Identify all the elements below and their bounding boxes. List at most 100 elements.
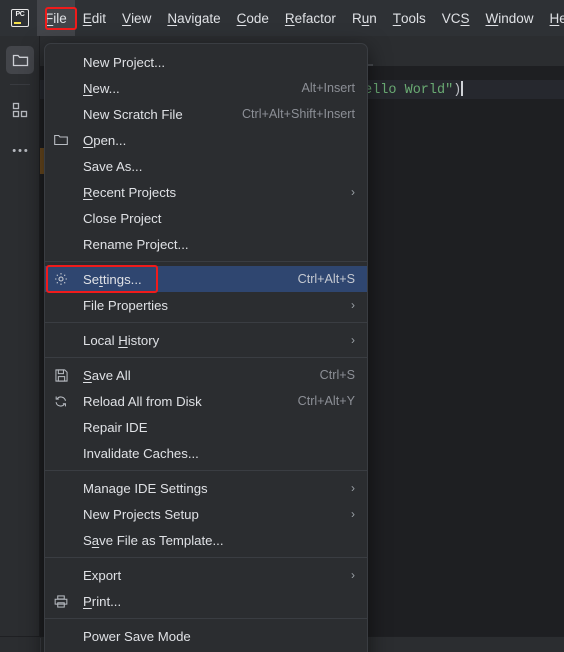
menu-item-label: Print...	[83, 593, 122, 609]
folder-icon	[51, 132, 71, 148]
menu-item-icon-slot	[51, 480, 71, 496]
menu-separator	[45, 322, 367, 323]
menu-item-label: Reload All from Disk	[83, 393, 202, 409]
menu-item-icon-slot	[51, 236, 71, 252]
menu-item-icon-slot	[51, 80, 71, 96]
menu-item-shortcut: Ctrl+S	[319, 368, 355, 382]
chevron-right-icon: ›	[351, 333, 355, 347]
pycharm-logo: PC	[11, 9, 29, 27]
menu-item-save-all[interactable]: Save All Ctrl+S	[45, 362, 367, 388]
menubar-item-refactor[interactable]: Refactor	[277, 0, 344, 36]
menu-item-label: Repair IDE	[83, 419, 148, 435]
menu-item-recent-projects[interactable]: Recent Projects ›	[45, 179, 367, 205]
menu-separator	[45, 261, 367, 262]
menu-item-label: Rename Project...	[83, 236, 189, 252]
menu-item-reload-all-from-disk[interactable]: Reload All from Disk Ctrl+Alt+Y	[45, 388, 367, 414]
file-menu-dropdown: New Project... New... Alt+Insert New Scratc…	[44, 43, 368, 652]
menubar-item-help[interactable]: Help	[542, 0, 564, 36]
menu-item-label: Power Save Mode	[83, 628, 191, 644]
menu-separator	[45, 470, 367, 471]
menu-item-icon-slot	[51, 419, 71, 435]
code-paren-token: )	[453, 83, 462, 98]
project-tool-window-icon[interactable]	[6, 46, 34, 74]
menu-item-icon-slot	[51, 506, 71, 522]
save-icon	[51, 367, 71, 383]
menu-item-file-properties[interactable]: File Properties ›	[45, 292, 367, 318]
menu-separator	[45, 618, 367, 619]
chevron-right-icon: ›	[351, 507, 355, 521]
menu-item-label: Invalidate Caches...	[83, 445, 199, 461]
menubar-item-vcs[interactable]: VC S	[434, 0, 478, 36]
menu-item-label: Open...	[83, 132, 127, 148]
chevron-right-icon: ›	[351, 481, 355, 495]
menu-item-shortcut: Ctrl+Alt+S	[297, 272, 355, 286]
chevron-right-icon: ›	[351, 298, 355, 312]
reload-icon	[51, 393, 71, 409]
menu-item-open[interactable]: Open...	[45, 127, 367, 153]
code-string-token: Hello World"	[356, 83, 454, 98]
menu-item-label: Save As...	[83, 158, 143, 174]
menu-item-label: New...	[83, 80, 120, 96]
menu-item-invalidate-caches[interactable]: Invalidate Caches...	[45, 440, 367, 466]
menu-item-print[interactable]: Print...	[45, 588, 367, 614]
menu-item-label: New Scratch File	[83, 106, 183, 122]
menu-item-manage-ide-settings[interactable]: Manage IDE Settings ›	[45, 475, 367, 501]
menubar-item-view[interactable]: View	[114, 0, 159, 36]
menubar-item-code[interactable]: Code	[229, 0, 277, 36]
left-tool-strip	[0, 36, 40, 652]
menu-item-icon-slot	[51, 184, 71, 200]
pycharm-logo-text: PC	[15, 11, 25, 18]
menu-item-icon-slot	[51, 567, 71, 583]
menu-item-icon-slot	[51, 628, 71, 644]
menubar-item-navigate[interactable]: Navigate	[159, 0, 228, 36]
chevron-right-icon: ›	[351, 568, 355, 582]
menubar-item-file[interactable]: File	[37, 0, 75, 36]
menubar-item-run[interactable]: Run	[344, 0, 385, 36]
gear-icon	[51, 271, 71, 287]
menu-item-save-file-as-template[interactable]: Save File as Template...	[45, 527, 367, 553]
menu-item-icon-slot	[51, 158, 71, 174]
menu-item-shortcut: Ctrl+Alt+Y	[297, 394, 355, 408]
text-caret	[461, 81, 463, 96]
menu-item-label: Settings...	[83, 271, 142, 287]
menu-item-icon-slot	[51, 332, 71, 348]
menu-item-close-project[interactable]: Close Project	[45, 205, 367, 231]
menu-item-icon-slot	[51, 210, 71, 226]
menu-item-export[interactable]: Export ›	[45, 562, 367, 588]
menu-item-label: Export	[83, 567, 122, 583]
menu-item-label: Save File as Template...	[83, 532, 224, 548]
menu-item-label: Local History	[83, 332, 160, 348]
pycharm-logo-bar	[14, 22, 21, 24]
menu-item-label: Save All	[83, 367, 131, 383]
menu-bar: PC File Edit View Navigate Code Refactor Ru n To…	[0, 0, 564, 36]
tool-strip-divider	[10, 84, 30, 85]
menu-item-shortcut: Ctrl+Alt+Shift+Insert	[241, 107, 355, 121]
menu-item-power-save-mode[interactable]: Power Save Mode	[45, 623, 367, 649]
menu-item-label: Close Project	[83, 210, 162, 226]
menu-item-new-scratch-file[interactable]: New Scratch File Ctrl+Alt+Shift+Insert	[45, 101, 367, 127]
menu-item-label: File Properties	[83, 297, 169, 313]
menu-separator	[45, 557, 367, 558]
menu-item-local-history[interactable]: Local History ›	[45, 327, 367, 353]
menu-item-label: Manage IDE Settings	[83, 480, 208, 496]
chevron-right-icon: ›	[351, 185, 355, 199]
menu-item-new[interactable]: New... Alt+Insert	[45, 75, 367, 101]
more-tool-windows-icon[interactable]	[6, 136, 34, 164]
print-icon	[51, 593, 71, 609]
menubar-item-edit[interactable]: Edit	[75, 0, 114, 36]
menu-item-new-projects-setup[interactable]: New Projects Setup ›	[45, 501, 367, 527]
menu-item-repair-ide[interactable]: Repair IDE	[45, 414, 367, 440]
menu-item-icon-slot	[51, 445, 71, 461]
menu-separator	[45, 357, 367, 358]
code-text[interactable]: Hello World")	[356, 81, 463, 100]
menubar-item-tools[interactable]: Tools	[385, 0, 434, 36]
status-cell-1	[0, 638, 41, 652]
plugins-icon[interactable]	[6, 96, 34, 124]
menu-item-icon-slot	[51, 297, 71, 313]
menu-item-rename-project[interactable]: Rename Project...	[45, 231, 367, 257]
menu-item-save-as[interactable]: Save As...	[45, 153, 367, 179]
menu-item-settings[interactable]: Settings... Ctrl+Alt+S	[45, 266, 367, 292]
menu-item-shortcut: Alt+Insert	[301, 81, 355, 95]
menubar-item-window[interactable]: Window	[478, 0, 542, 36]
menu-item-new-project[interactable]: New Project...	[45, 49, 367, 75]
